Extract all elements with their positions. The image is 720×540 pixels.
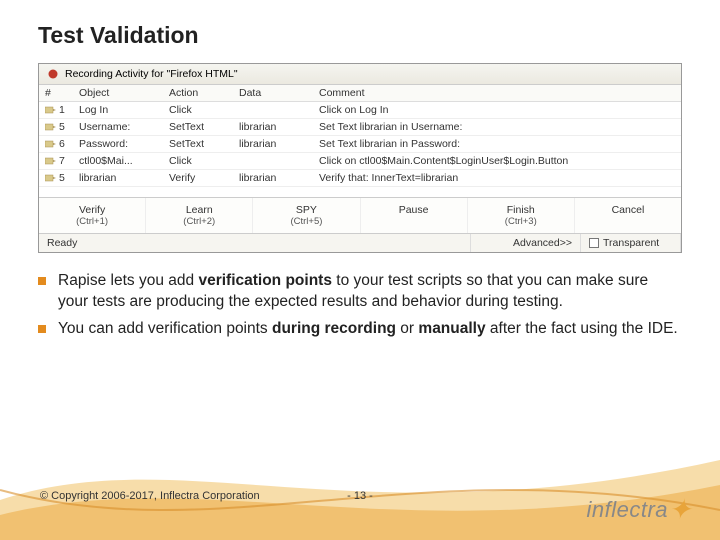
col-object: Object [73,85,163,102]
cell-num: 5 [59,121,65,133]
cell-action: Verify [163,170,233,187]
step-icon [45,173,57,183]
col-comment: Comment [313,85,681,102]
btn-label: Pause [399,204,429,216]
status-ready: Ready [39,234,471,252]
btn-shortcut: (Ctrl+1) [39,216,145,227]
bullet-text: You can add verification points [58,320,272,337]
recording-window: Recording Activity for "Firefox HTML" # … [38,63,682,253]
btn-label: SPY [296,204,317,216]
cell-action: Click [163,153,233,170]
step-icon [45,105,57,115]
cell-action: SetText [163,136,233,153]
cell-object: Username: [73,119,163,136]
button-bar: Verify(Ctrl+1) Learn(Ctrl+2) SPY(Ctrl+5)… [39,197,681,233]
cell-object: Log In [73,102,163,119]
cell-action: Click [163,102,233,119]
transparent-checkbox[interactable]: Transparent [581,234,681,252]
btn-label: Verify [79,204,105,216]
cell-data [233,102,313,119]
cell-comment: Set Text librarian in Password: [313,136,681,153]
btn-label: Finish [507,204,535,216]
recording-table: # Object Action Data Comment 1 Log In Cl… [39,85,681,187]
bullet-item: Rapise lets you add verification points … [38,271,682,313]
transparent-label: Transparent [603,237,659,249]
btn-label: Learn [186,204,213,216]
cell-data [233,153,313,170]
table-header-row: # Object Action Data Comment [39,85,681,102]
cell-action: SetText [163,119,233,136]
advanced-button[interactable]: Advanced>> [471,234,581,252]
cell-comment: Click on ctl00$Main.Content$LoginUser$Lo… [313,153,681,170]
spy-button[interactable]: SPY(Ctrl+5) [253,198,360,233]
window-caption: Recording Activity for "Firefox HTML" [65,68,238,80]
pause-button[interactable]: Pause [361,198,468,233]
step-icon [45,122,57,132]
cell-object: ctl00$Mai... [73,153,163,170]
page-number: - 13 - [347,490,373,502]
step-icon [45,139,57,149]
cell-comment: Click on Log In [313,102,681,119]
bullet-text-bold: during recording [272,320,396,337]
btn-shortcut: (Ctrl+5) [253,216,359,227]
cell-comment: Set Text librarian in Username: [313,119,681,136]
verify-button[interactable]: Verify(Ctrl+1) [39,198,146,233]
table-row: 5 Username: SetText librarian Set Text l… [39,119,681,136]
bullet-item: You can add verification points during r… [38,319,682,340]
logo-flare-icon: ✦ [668,494,692,525]
col-data: Data [233,85,313,102]
cell-num: 6 [59,138,65,150]
cell-object: librarian [73,170,163,187]
bullet-text-bold: manually [418,320,485,337]
slide-title: Test Validation [38,22,682,49]
table-row: 7 ctl00$Mai... Click Click on ctl00$Main… [39,153,681,170]
bullet-text: or [396,320,418,337]
table-row: 1 Log In Click Click on Log In [39,102,681,119]
cell-data: librarian [233,170,313,187]
inflectra-logo: inflectra✦ [586,491,692,524]
table-row: 6 Password: SetText librarian Set Text l… [39,136,681,153]
cell-num: 7 [59,155,65,167]
window-titlebar: Recording Activity for "Firefox HTML" [39,64,681,85]
record-icon [47,68,59,80]
col-num: # [39,85,73,102]
cell-num: 1 [59,104,65,116]
cell-num: 5 [59,172,65,184]
cell-comment: Verify that: InnerText=librarian [313,170,681,187]
cell-data: librarian [233,136,313,153]
bullet-text: Rapise lets you add [58,272,198,289]
table-row: 5 librarian Verify librarian Verify that… [39,170,681,187]
status-bar: Ready Advanced>> Transparent [39,233,681,252]
btn-shortcut: (Ctrl+3) [468,216,574,227]
logo-text: inflectra [586,497,668,522]
cell-data: librarian [233,119,313,136]
copyright-text: © Copyright 2006-2017, Inflectra Corpora… [40,490,260,502]
finish-button[interactable]: Finish(Ctrl+3) [468,198,575,233]
btn-shortcut: (Ctrl+2) [146,216,252,227]
col-action: Action [163,85,233,102]
btn-label: Cancel [612,204,645,216]
learn-button[interactable]: Learn(Ctrl+2) [146,198,253,233]
bullet-text: after the fact using the IDE. [486,320,678,337]
cancel-button[interactable]: Cancel [575,198,681,233]
bullet-text-bold: verification points [198,272,332,289]
checkbox-icon [589,238,599,248]
step-icon [45,156,57,166]
cell-object: Password: [73,136,163,153]
bullet-list: Rapise lets you add verification points … [38,271,682,340]
